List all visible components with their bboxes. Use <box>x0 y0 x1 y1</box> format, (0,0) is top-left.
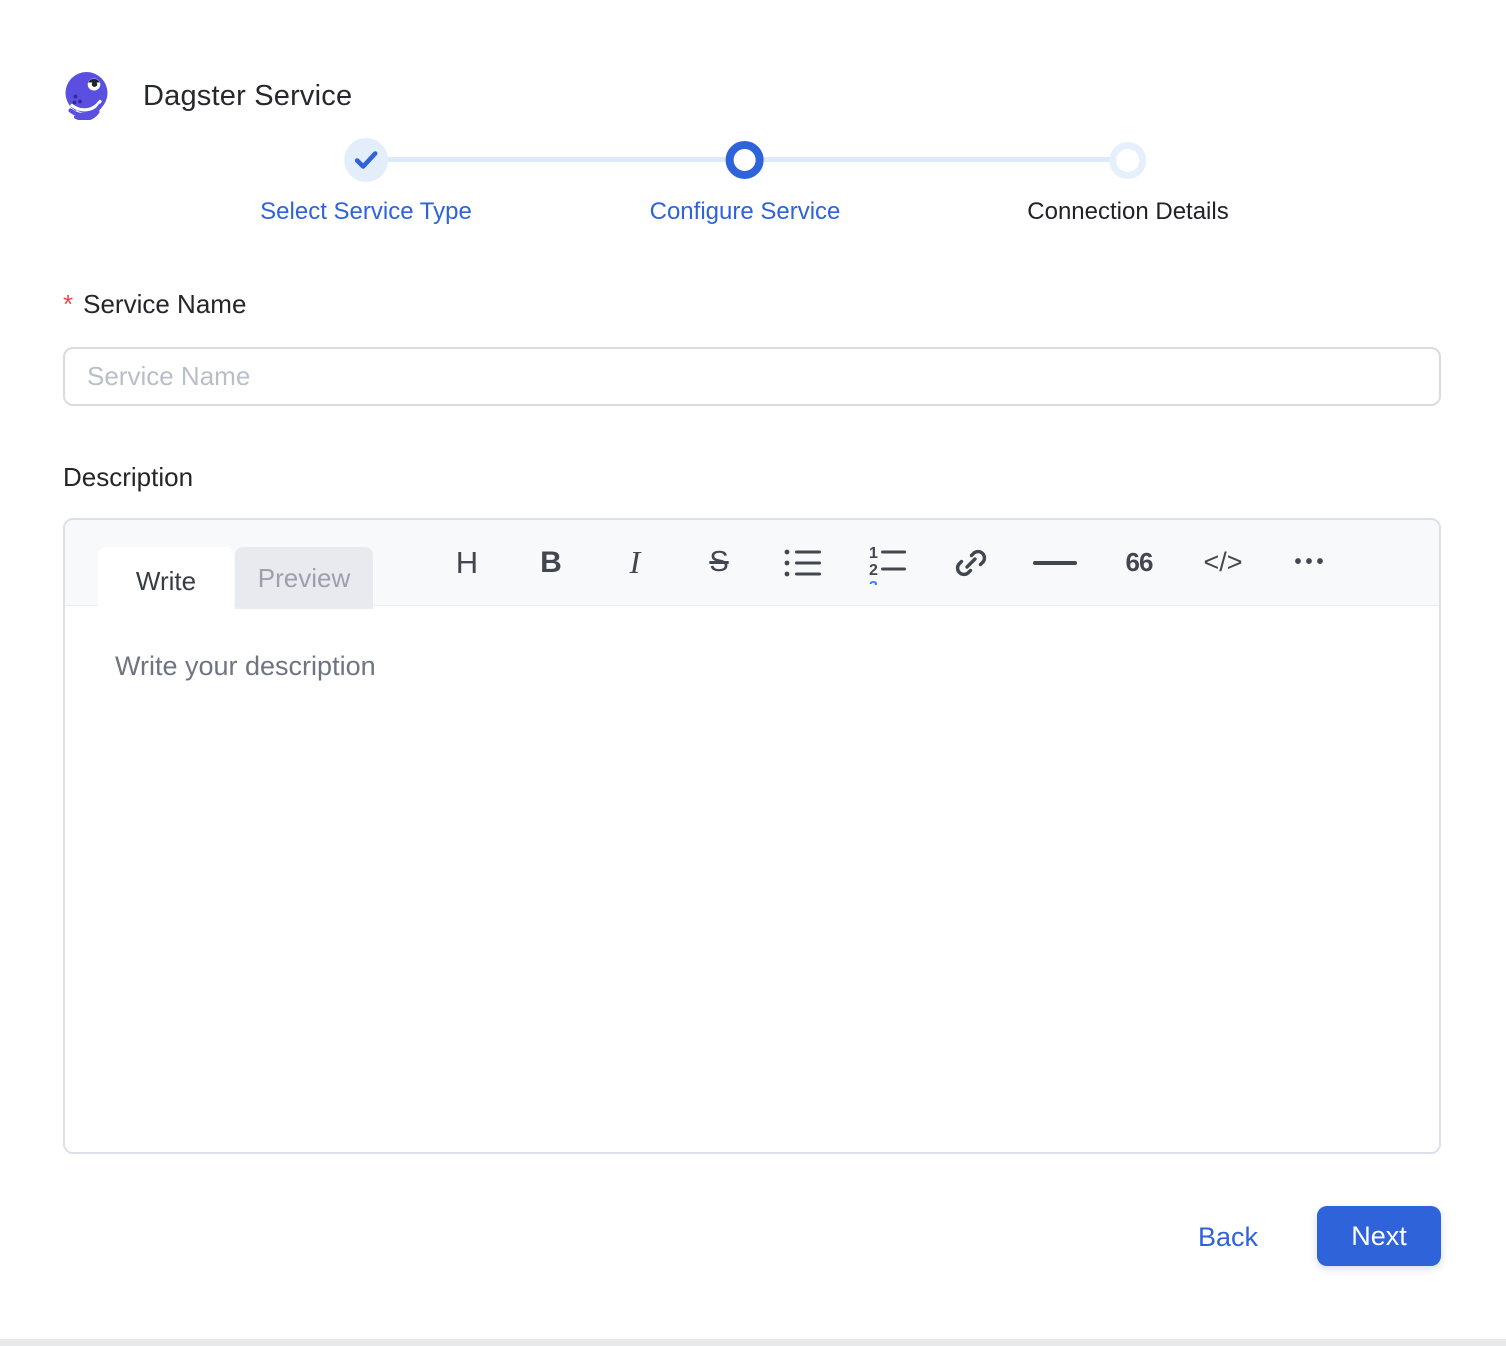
step-active-circle <box>726 141 764 179</box>
strikethrough-icon[interactable]: S <box>697 541 741 585</box>
italic-icon[interactable]: I <box>613 541 657 585</box>
tab-write[interactable]: Write <box>98 547 234 615</box>
step-connection-details[interactable]: Connection Details <box>1027 138 1228 226</box>
quote-icon[interactable]: 66 <box>1117 541 1161 585</box>
ordered-list-icon[interactable]: 1 2 3 <box>865 541 909 585</box>
bold-icon[interactable]: B <box>529 541 573 585</box>
svg-text:1: 1 <box>869 545 878 562</box>
check-icon <box>354 150 378 170</box>
heading-icon[interactable]: H <box>445 541 489 585</box>
description-editor: Write Preview H B I S <box>63 518 1441 1154</box>
page-header: Dagster Service <box>63 72 352 120</box>
dagster-octopus-logo-icon <box>63 72 111 120</box>
required-asterisk: * <box>63 289 73 319</box>
svg-text:3: 3 <box>869 579 878 585</box>
step-label: Select Service Type <box>260 198 472 226</box>
service-name-input[interactable] <box>63 347 1441 406</box>
step-completed-circle <box>344 138 388 182</box>
code-icon[interactable]: </> <box>1201 541 1245 585</box>
svg-text:2: 2 <box>869 562 878 579</box>
service-name-label-text: Service Name <box>83 289 246 319</box>
step-upcoming-circle <box>1109 142 1146 179</box>
description-label: Description <box>63 462 193 493</box>
editor-write-area <box>65 606 1439 1154</box>
more-icon[interactable]: ••• <box>1285 541 1333 585</box>
editor-toolbar-header: Write Preview H B I S <box>65 520 1439 606</box>
step-label: Connection Details <box>1027 198 1228 226</box>
back-button[interactable]: Back <box>1198 1219 1258 1255</box>
tab-preview[interactable]: Preview <box>235 547 373 609</box>
service-name-label: * Service Name <box>63 289 246 320</box>
page-title: Dagster Service <box>143 80 352 113</box>
link-icon[interactable] <box>949 541 993 585</box>
step-configure-service[interactable]: Configure Service <box>650 138 841 226</box>
step-label: Configure Service <box>650 198 841 226</box>
description-textarea[interactable] <box>65 606 1439 1154</box>
unordered-list-icon[interactable] <box>781 541 825 585</box>
next-button[interactable]: Next <box>1317 1206 1441 1266</box>
formatting-toolbar: H B I S 1 <box>445 520 1333 605</box>
step-select-service-type[interactable]: Select Service Type <box>260 138 472 226</box>
dagster-service-wizard-page: Dagster Service Select Service Type Conf… <box>0 0 1506 1346</box>
bottom-divider <box>0 1339 1506 1346</box>
horizontal-rule-icon[interactable] <box>1033 541 1077 585</box>
